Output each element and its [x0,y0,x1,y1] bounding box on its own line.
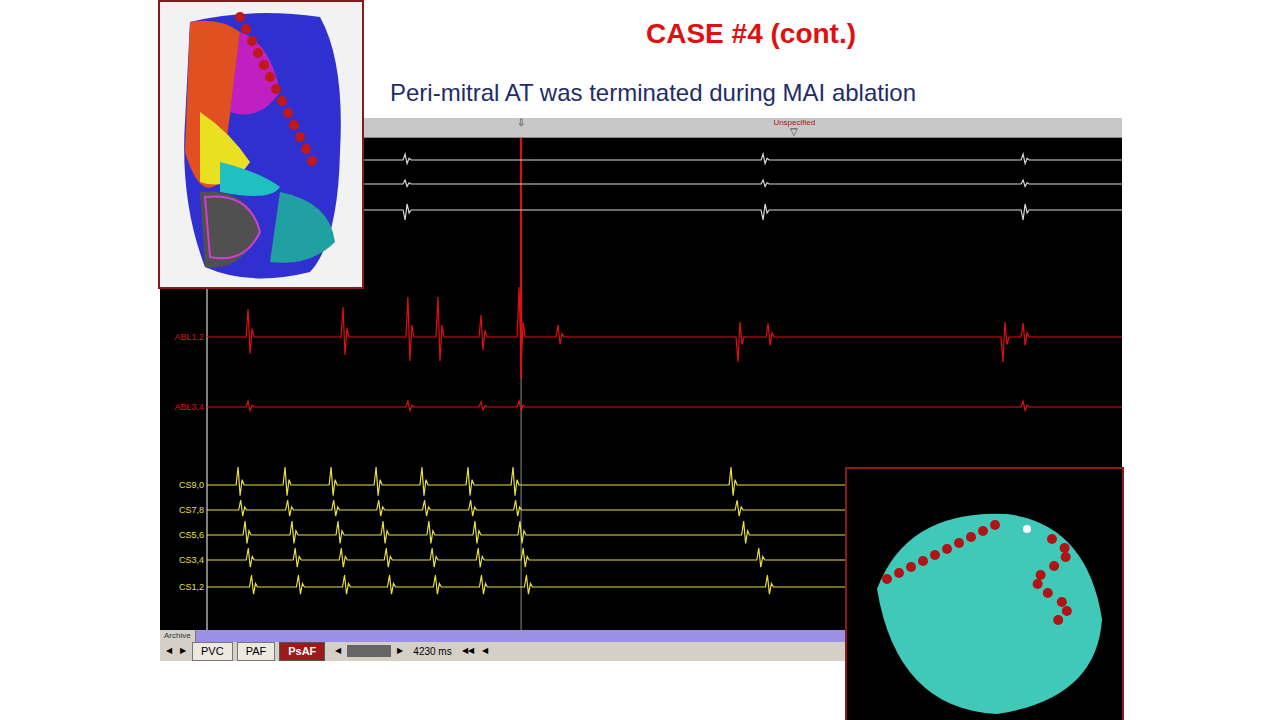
recording-tab[interactable]: PsAF [279,642,325,661]
channel-trace: ABL1,2 [174,287,1122,367]
svg-text:CS7,8: CS7,8 [179,505,204,515]
svg-text:CS5,6: CS5,6 [179,530,204,540]
svg-text:CS1,2: CS1,2 [179,582,204,592]
ablation-map-inset [845,467,1124,720]
channel-trace: ABL3,4 [174,401,1122,412]
nav-button[interactable]: ◀ [164,645,174,657]
svg-text:CS9,0: CS9,0 [179,480,204,490]
svg-text:ABL1,2: ABL1,2 [174,332,204,342]
time-marker[interactable]: Unspecified▽ [773,118,815,136]
scroll-left-button[interactable]: ◀ [333,645,343,657]
svg-text:ABL3,4: ABL3,4 [174,402,204,412]
activation-map-image [160,2,362,287]
scrollbar[interactable] [347,645,391,657]
nav-button[interactable]: ◀ [480,645,490,657]
recording-tab[interactable]: PVC [192,642,233,661]
scroll-right-button[interactable]: ▶ [395,645,405,657]
nav-button[interactable]: ▶ [178,645,188,657]
ablation-map-image [847,469,1122,720]
nav-button[interactable]: ◀◀ [460,645,476,657]
archive-tab[interactable]: Archive [160,630,196,642]
slide: CASE #4 (cont.)Peri-mitral AT was termin… [0,0,1280,720]
svg-text:CS3,4: CS3,4 [179,555,204,565]
time-marker[interactable]: ⇩ [517,118,525,127]
recording-tab[interactable]: PAF [237,642,276,661]
activation-map-inset [158,0,364,289]
zoom-label: 4230 ms [409,644,455,659]
